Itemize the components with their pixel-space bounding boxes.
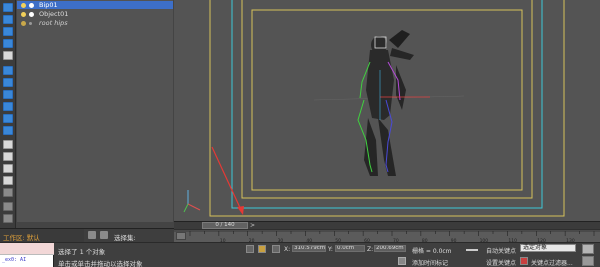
filter-icon[interactable] [3,51,13,60]
bone-icon [21,2,26,8]
trackbar[interactable]: 10 20 30 40 50 60 70 80 90 100 110 120 130 [174,229,600,244]
selection-set-area: 选择集: [84,228,174,242]
bones-icon[interactable] [3,126,13,135]
tree-item-label: Bip01 [39,1,58,9]
x-coordinate-field[interactable]: 310.579cm [292,245,326,252]
select-icon[interactable] [3,3,13,12]
viewport-perspective[interactable] [174,0,600,221]
annotation-arrow [211,146,244,215]
time-slider[interactable]: 0 / 140 > [174,221,600,229]
tree-item-label: Object01 [39,10,69,18]
set-key-icon[interactable] [582,244,594,254]
key-filter-icon[interactable] [520,257,528,265]
prompt-line: 单击或单击并拖动以选择对象 [58,260,143,267]
visibility-icon[interactable] [29,21,32,25]
selection-set-label: 选择集: [114,234,136,242]
y-coordinate-field[interactable]: 0.0cm [335,245,365,252]
bone-icon [21,11,26,17]
y-label: Y: [328,246,333,253]
set-key-button[interactable]: 设置关键点 [486,258,516,267]
rotate-icon[interactable] [3,27,13,36]
layer-icon[interactable] [3,140,13,149]
left-toolbar [0,0,16,228]
layer-small-icon[interactable] [88,231,96,239]
auto-key-button[interactable]: 自动关键点 [486,246,516,255]
workspace-label: 工作区: 默认 [3,234,40,242]
x-label: X: [284,246,291,253]
time-tag-icon[interactable] [398,257,406,265]
time-slider-thumb[interactable]: 0 / 140 [202,222,248,229]
isolate-icon[interactable] [246,245,254,253]
tree-item-bip01[interactable]: Bip01 [17,1,173,9]
helpers-icon[interactable] [3,114,13,123]
status-bar: _ex0: AI 选择了 1 个对象 单击或单击并拖动以选择对象 X: 310.… [0,242,600,267]
shapes-icon[interactable] [3,78,13,87]
play-icon[interactable] [582,256,594,266]
key-mode-dropdown[interactable]: 选定对象 [520,244,576,252]
scale-icon[interactable] [3,39,13,48]
tree-item-root-hips[interactable]: root hips [17,19,173,27]
z-coordinate-field[interactable]: 200.69cm [374,245,406,252]
tree-item-label: root hips [39,19,68,27]
motion-icon[interactable] [3,176,13,185]
time-slider-next-icon[interactable]: > [250,222,255,229]
key-filters-button[interactable]: 关键点过滤器... [531,258,573,267]
geometry-icon[interactable] [3,66,13,75]
maxscript-input[interactable] [0,243,54,255]
transform-mode-icon[interactable] [272,245,280,253]
trackbar-key-icon[interactable] [176,232,186,240]
character-model[interactable] [357,30,430,176]
visibility-icon[interactable] [29,2,34,8]
selection-status: 选择了 1 个对象 [58,248,106,256]
maxscript-listener[interactable]: _ex0: AI [0,243,54,267]
viewport-canvas [183,0,565,217]
bone-icon [21,20,26,26]
cameras-icon[interactable] [3,102,13,111]
lights-icon[interactable] [3,90,13,99]
tree-item-object01[interactable]: Object01 [17,10,173,18]
key-icon[interactable] [466,249,478,253]
funnel-icon[interactable] [3,188,13,197]
selection-lock-icon[interactable] [100,231,108,239]
scene-explorer: Bip01 Object01 root hips [17,0,173,222]
z-label: Z: [367,246,374,253]
selection-lock-toggle-icon[interactable] [258,245,266,253]
grid-size: 栅格 = 0.0cm [412,248,452,255]
settings-icon[interactable] [3,214,13,223]
display-icon[interactable] [3,152,13,161]
visibility-icon[interactable] [29,11,34,17]
workspace-selector[interactable]: 工作区: 默认 [0,228,84,242]
move-icon[interactable] [3,15,13,24]
maxscript-output: _ex0: AI [2,257,27,263]
hierarchy-icon[interactable] [3,164,13,173]
add-time-tag[interactable]: 添加时间标记 [412,258,448,267]
axis-gizmo [183,190,201,213]
link-icon[interactable] [3,202,13,211]
